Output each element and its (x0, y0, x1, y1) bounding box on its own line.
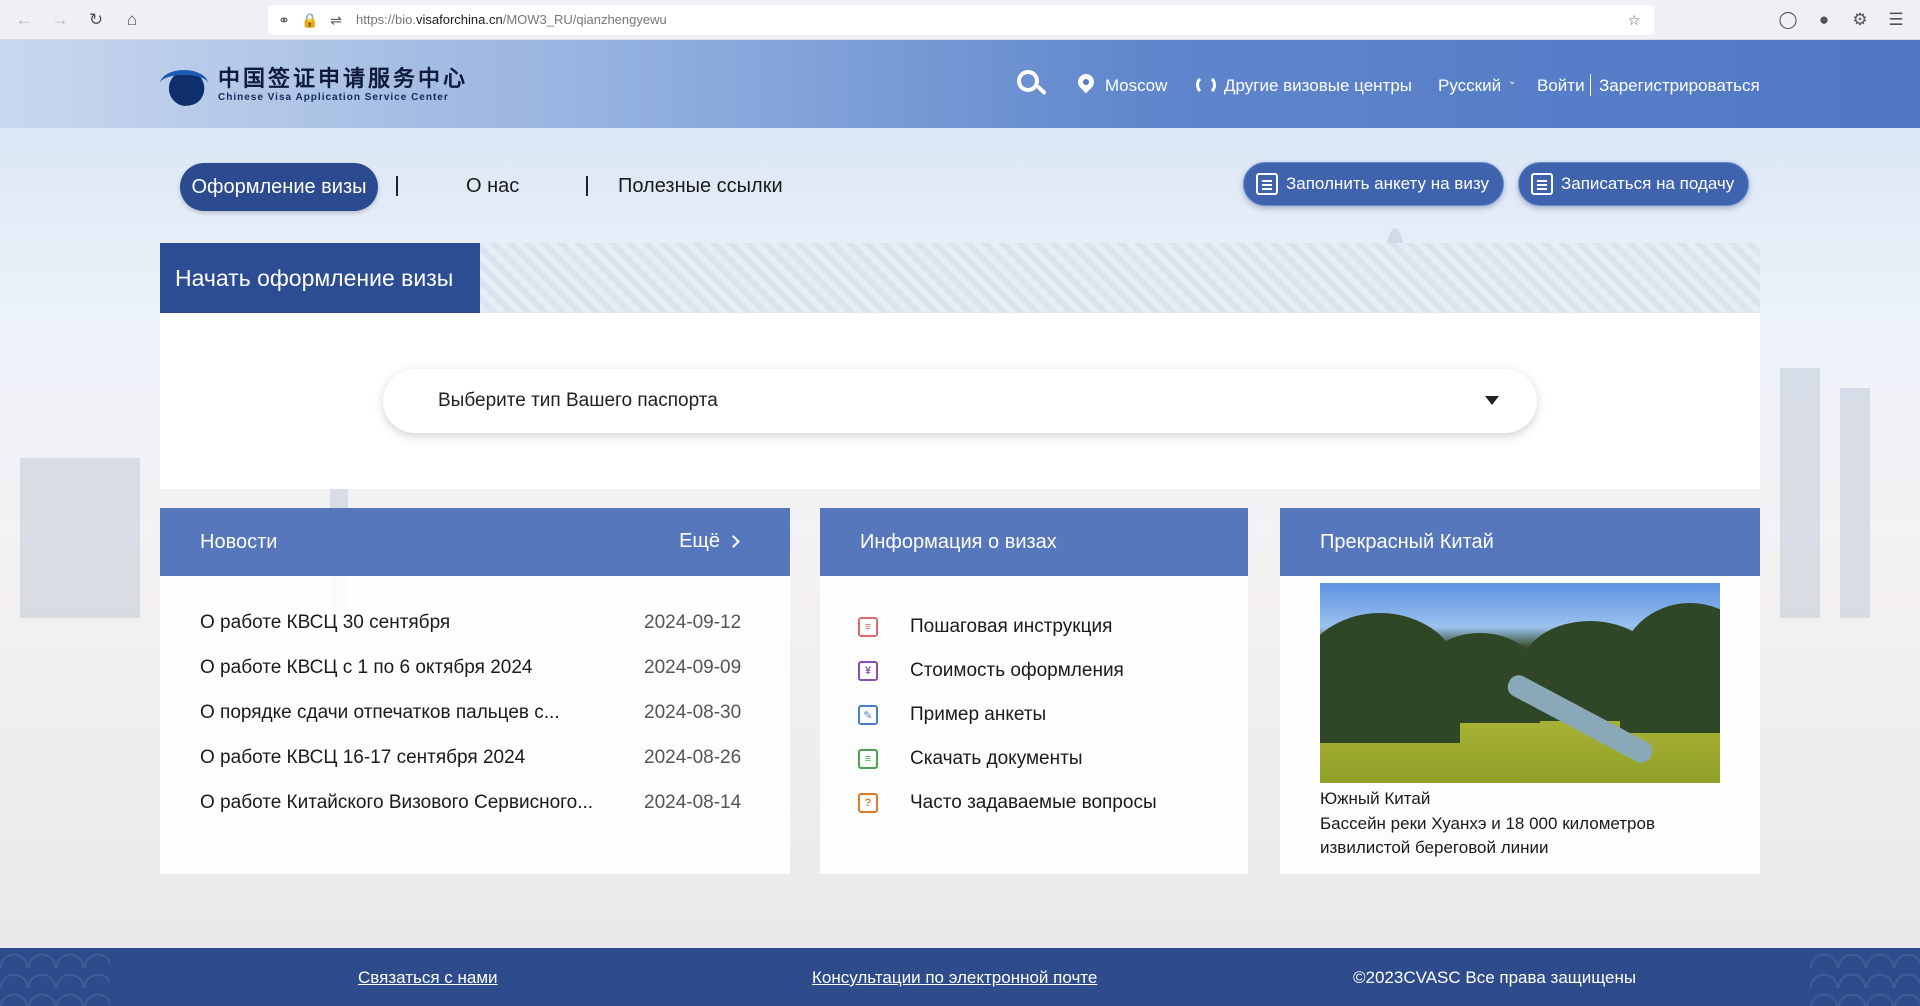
visa-info-card: Информация о визах ≡ Пошаговая инструкци… (820, 508, 1248, 874)
news-title: Новости (200, 530, 278, 553)
beautiful-china-title: Прекрасный Китай (1320, 530, 1494, 553)
news-item-date: 2024-08-14 (644, 792, 742, 813)
download-documents-link[interactable]: Скачать документы (910, 748, 1082, 770)
logo-english-text: Chinese Visa Application Service Center (218, 91, 449, 103)
passport-type-select[interactable]: Выберите тип Вашего паспорта (383, 369, 1537, 433)
start-visa-panel: Начать оформление визы Выберите тип Ваше… (160, 243, 1760, 489)
nav-useful-links[interactable]: Полезные ссылки (618, 175, 783, 198)
start-visa-title: Начать оформление визы (160, 243, 480, 313)
logo-emblem-icon (158, 62, 210, 106)
news-more-link[interactable]: Ещё (679, 530, 720, 553)
language-selector[interactable]: Русский (1438, 76, 1501, 96)
news-item-title[interactable]: О работе КВСЦ с 1 по 6 октября 2024 (200, 657, 532, 679)
location-pin-icon (1078, 74, 1094, 96)
account-icon[interactable]: ● (1812, 8, 1836, 32)
background-building (1780, 368, 1820, 618)
background-building (1840, 388, 1870, 618)
news-item-date: 2024-08-26 (644, 747, 742, 768)
fill-visa-form-button[interactable]: Заполнить анкету на визу (1243, 162, 1504, 206)
logo-chinese-text: 中国签证申请服务中心 (218, 65, 469, 92)
menu-icon[interactable]: ☰ (1884, 8, 1908, 32)
question-chat-icon: ? (858, 793, 878, 813)
pen-icon: ✎ (858, 705, 878, 725)
lock-icon[interactable]: 🔒 (300, 10, 320, 30)
news-card: Новости Ещё О работе КВСЦ 30 сентября 20… (160, 508, 790, 874)
header-divider (1590, 74, 1591, 96)
form-sample-link[interactable]: Пример анкеты (910, 704, 1046, 726)
book-appointment-label: Записаться на подачу (1561, 174, 1735, 193)
fill-visa-form-label: Заполнить анкету на визу (1286, 174, 1489, 193)
news-item-title[interactable]: О работе КВСЦ 30 сентября (200, 612, 450, 634)
news-item-title[interactable]: О работе Китайского Визового Сервисного.… (200, 792, 593, 814)
browser-toolbar: ← → ↻ ⌂ ⚭ 🔒 ⇌ https://bio.visaforchina.c… (0, 0, 1920, 40)
chevron-down-icon[interactable]: ⌄ (1508, 76, 1516, 87)
nav-about[interactable]: О нас (466, 175, 519, 198)
footer-wave-pattern (0, 948, 110, 1006)
search-icon[interactable] (1015, 68, 1047, 100)
copyright-text: ©2023CVASC Все права защищены (1353, 968, 1637, 987)
url-text[interactable]: https://bio.visaforchina.cn/MOW3_RU/qian… (356, 12, 667, 27)
document-icon: ≡ (858, 749, 878, 769)
permissions-icon[interactable]: ⇌ (326, 10, 346, 30)
visa-info-header: Информация о визах (820, 508, 1248, 576)
back-arrow-icon[interactable]: ← (12, 8, 36, 32)
switch-center-icon (1196, 75, 1216, 95)
news-item-date: 2024-08-30 (644, 702, 742, 723)
shield-icon[interactable]: ⚭ (274, 10, 294, 30)
photo-caption-text[interactable]: извилистой береговой линии (1320, 838, 1549, 858)
form-icon (1256, 173, 1278, 195)
yen-icon: ¥ (858, 661, 878, 681)
contact-us-link[interactable]: Связаться с нами (358, 968, 498, 988)
bookmark-star-icon[interactable]: ☆ (1624, 10, 1644, 30)
fees-link[interactable]: Стоимость оформления (910, 660, 1124, 682)
beautiful-china-card: Прекрасный Китай Южный Китай Бассейн рек… (1280, 508, 1760, 874)
photo-caption-region[interactable]: Южный Китай (1320, 789, 1430, 809)
nav-visa-processing[interactable]: Оформление визы (180, 163, 378, 211)
news-item-title[interactable]: О работе КВСЦ 16-17 сентября 2024 (200, 747, 525, 769)
visa-info-title: Информация о визах (860, 530, 1057, 553)
nav-separator (586, 176, 588, 196)
news-item-title[interactable]: О порядке сдачи отпечатков пальцев с... (200, 702, 560, 724)
register-link[interactable]: Зарегистрироваться (1599, 76, 1760, 96)
city-selector[interactable]: Moscow (1105, 76, 1167, 96)
footer-wave-pattern (1810, 948, 1920, 1006)
news-item-date: 2024-09-09 (644, 657, 742, 678)
address-bar[interactable]: ⚭ 🔒 ⇌ https://bio.visaforchina.cn/MOW3_R… (268, 5, 1654, 35)
reload-icon[interactable]: ↻ (84, 8, 108, 32)
china-landscape-photo[interactable] (1320, 583, 1720, 783)
background-building (20, 458, 140, 618)
logo[interactable]: 中国签证申请服务中心 Chinese Visa Application Serv… (158, 62, 468, 106)
faq-link[interactable]: Часто задаваемые вопросы (910, 792, 1157, 814)
forward-arrow-icon[interactable]: → (48, 8, 72, 32)
news-item-date: 2024-09-12 (644, 612, 742, 633)
calendar-icon (1531, 173, 1553, 195)
checklist-icon: ≡ (858, 617, 878, 637)
login-link[interactable]: Войти (1537, 76, 1585, 96)
email-consultation-link[interactable]: Консультации по электронной почте (812, 968, 1097, 988)
book-appointment-button[interactable]: Записаться на подачу (1518, 162, 1750, 206)
other-centers-link[interactable]: Другие визовые центры (1224, 76, 1412, 96)
photo-caption-text[interactable]: Бассейн реки Хуанхэ и 18 000 километров (1320, 814, 1655, 834)
home-icon[interactable]: ⌂ (120, 8, 144, 32)
beautiful-china-header: Прекрасный Китай (1280, 508, 1760, 576)
passport-type-placeholder: Выберите тип Вашего паспорта (438, 390, 718, 411)
caret-down-icon[interactable] (1485, 396, 1499, 405)
step-by-step-link[interactable]: Пошаговая инструкция (910, 616, 1112, 638)
pocket-icon[interactable]: ◯ (1776, 8, 1800, 32)
extensions-icon[interactable]: ⚙ (1848, 8, 1872, 32)
nav-separator (396, 176, 398, 196)
